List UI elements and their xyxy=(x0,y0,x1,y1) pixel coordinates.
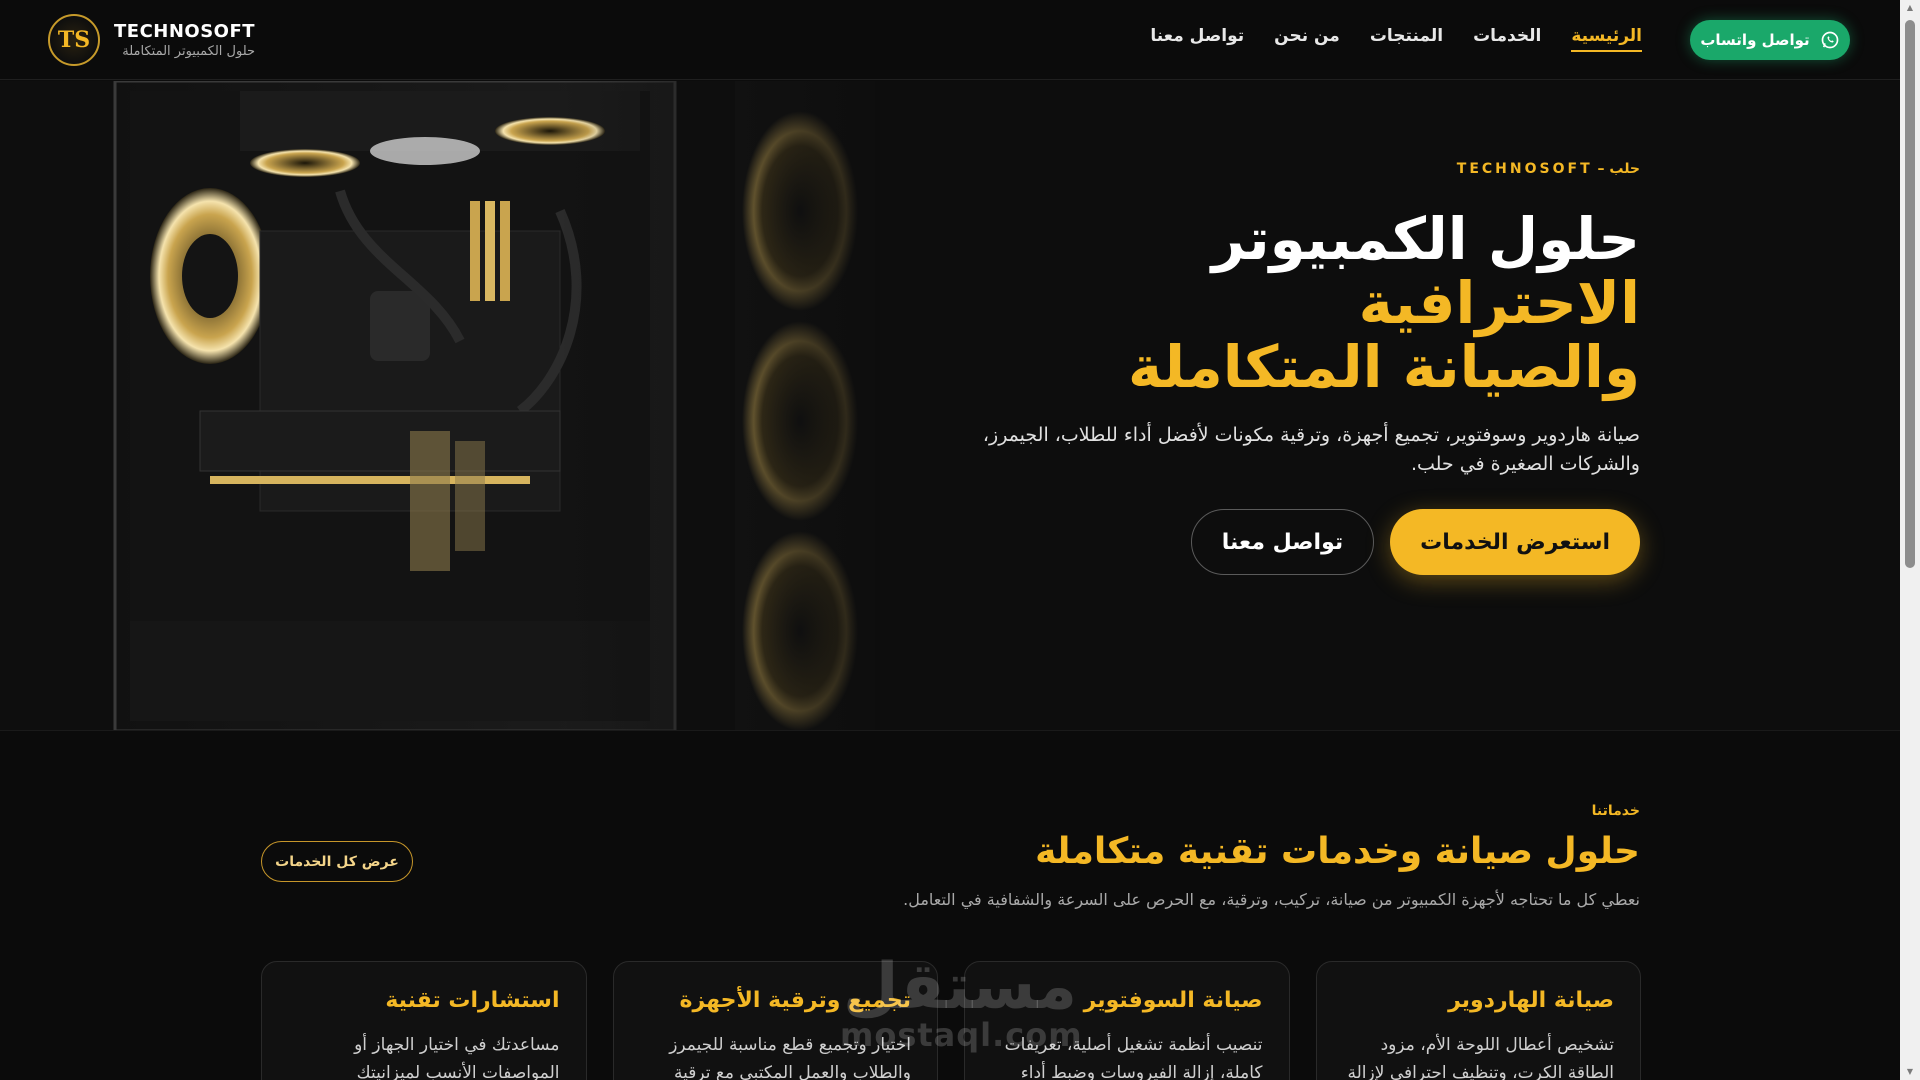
services-eyebrow: خدماتنا xyxy=(1591,803,1640,819)
nav-about[interactable]: من نحن xyxy=(1274,26,1340,52)
services-cards: صيانة الهاردوير تشخيص أعطال اللوحة الأم،… xyxy=(261,961,1641,1080)
brand[interactable]: TS TECHNOSOFT حلول الكمبيوتر المتكاملة xyxy=(48,14,255,66)
hero-title-white: حلول الكمبيوتر xyxy=(1211,205,1640,273)
brand-logo[interactable]: TS xyxy=(48,14,100,66)
hero-content: حلب – TECHNOSOFT حلول الكمبيوتر الاحتراف… xyxy=(920,161,1640,575)
contact-us-button[interactable]: تواصل معنا xyxy=(1190,509,1375,575)
service-card-software[interactable]: صيانة السوفتوير تنصيب أنظمة تشغيل أصلية،… xyxy=(964,961,1290,1080)
navbar: TS TECHNOSOFT حلول الكمبيوتر المتكاملة ا… xyxy=(0,0,1900,80)
brand-tagline: حلول الكمبيوتر المتكاملة xyxy=(122,44,256,59)
hero-section: حلب – TECHNOSOFT حلول الكمبيوتر الاحتراف… xyxy=(0,81,1900,731)
services-title: حلول صيانة وخدمات تقنية متكاملة xyxy=(1035,831,1640,872)
hero-title: حلول الكمبيوتر الاحترافية والصيانة المتك… xyxy=(920,207,1640,399)
hero-actions: استعرض الخدمات تواصل معنا xyxy=(920,509,1640,575)
service-card-assembly[interactable]: تجميع وترقية الأجهزة اختيار وتجميع قطع م… xyxy=(612,961,938,1080)
service-card-title: صيانة السوفتوير xyxy=(1083,988,1263,1013)
service-card-title: استشارات تقنية xyxy=(385,988,560,1013)
all-services-button[interactable]: عرض كل الخدمات xyxy=(261,841,413,882)
nav-contact[interactable]: تواصل معنا xyxy=(1150,26,1244,52)
whatsapp-button[interactable]: تواصل واتساب xyxy=(1690,20,1850,60)
services-header: خدماتنا حلول صيانة وخدمات تقنية متكاملة … xyxy=(520,803,1640,909)
whatsapp-label: تواصل واتساب xyxy=(1700,31,1810,49)
whatsapp-icon xyxy=(1821,31,1839,49)
scrollbar-thumb[interactable] xyxy=(1905,20,1915,568)
brand-name: TECHNOSOFT xyxy=(114,21,256,42)
service-card-consulting[interactable]: استشارات تقنية مساعدتك في اختيار الجهاز … xyxy=(261,961,587,1080)
nav-services[interactable]: الخدمات xyxy=(1473,26,1541,52)
scroll-up-arrow-icon[interactable]: ▲ xyxy=(1905,4,1915,12)
main-nav: الرئيسية الخدمات المنتجات من نحن تواصل م… xyxy=(1150,26,1642,52)
brand-text: TECHNOSOFT حلول الكمبيوتر المتكاملة xyxy=(114,21,255,59)
service-card-hardware[interactable]: صيانة الهاردوير تشخيص أعطال اللوحة الأم،… xyxy=(1315,961,1641,1080)
browse-services-button[interactable]: استعرض الخدمات xyxy=(1390,509,1640,575)
nav-home[interactable]: الرئيسية xyxy=(1571,26,1642,52)
hero-title-gold: الاحترافية xyxy=(1358,269,1640,337)
service-card-text: مساعدتك في اختيار الجهاز أو المواصفات ال… xyxy=(354,1035,560,1080)
hero-eyebrow: حلب – TECHNOSOFT xyxy=(1456,161,1640,177)
service-card-text: اختيار وتجميع قطع مناسبة للجيمرز والطلاب… xyxy=(669,1035,911,1080)
hero-title-gold-line2: والصيانة المتكاملة xyxy=(1128,333,1640,401)
service-card-title: صيانة الهاردوير xyxy=(1448,988,1614,1013)
nav-products[interactable]: المنتجات xyxy=(1370,26,1443,52)
service-card-text: تشخيص أعطال اللوحة الأم، مزود الطاقة الك… xyxy=(1347,1035,1614,1080)
hero-description: صيانة هاردوير وسوفتوير، تجميع أجهزة، وتر… xyxy=(982,424,1640,475)
page-scrollbar[interactable]: ▲ ▼ xyxy=(1900,0,1920,1080)
service-card-title: تجميع وترقية الأجهزة xyxy=(679,988,911,1013)
scroll-down-arrow-icon[interactable]: ▼ xyxy=(1905,1068,1915,1076)
services-subtitle: نعطي كل ما تحتاجه لأجهزة الكمبيوتر من صي… xyxy=(903,890,1640,909)
services-section: خدماتنا حلول صيانة وخدمات تقنية متكاملة … xyxy=(0,731,1900,1080)
service-card-text: تنصيب أنظمة تشغيل أصلية، تعريفات كاملة، … xyxy=(1004,1035,1263,1080)
